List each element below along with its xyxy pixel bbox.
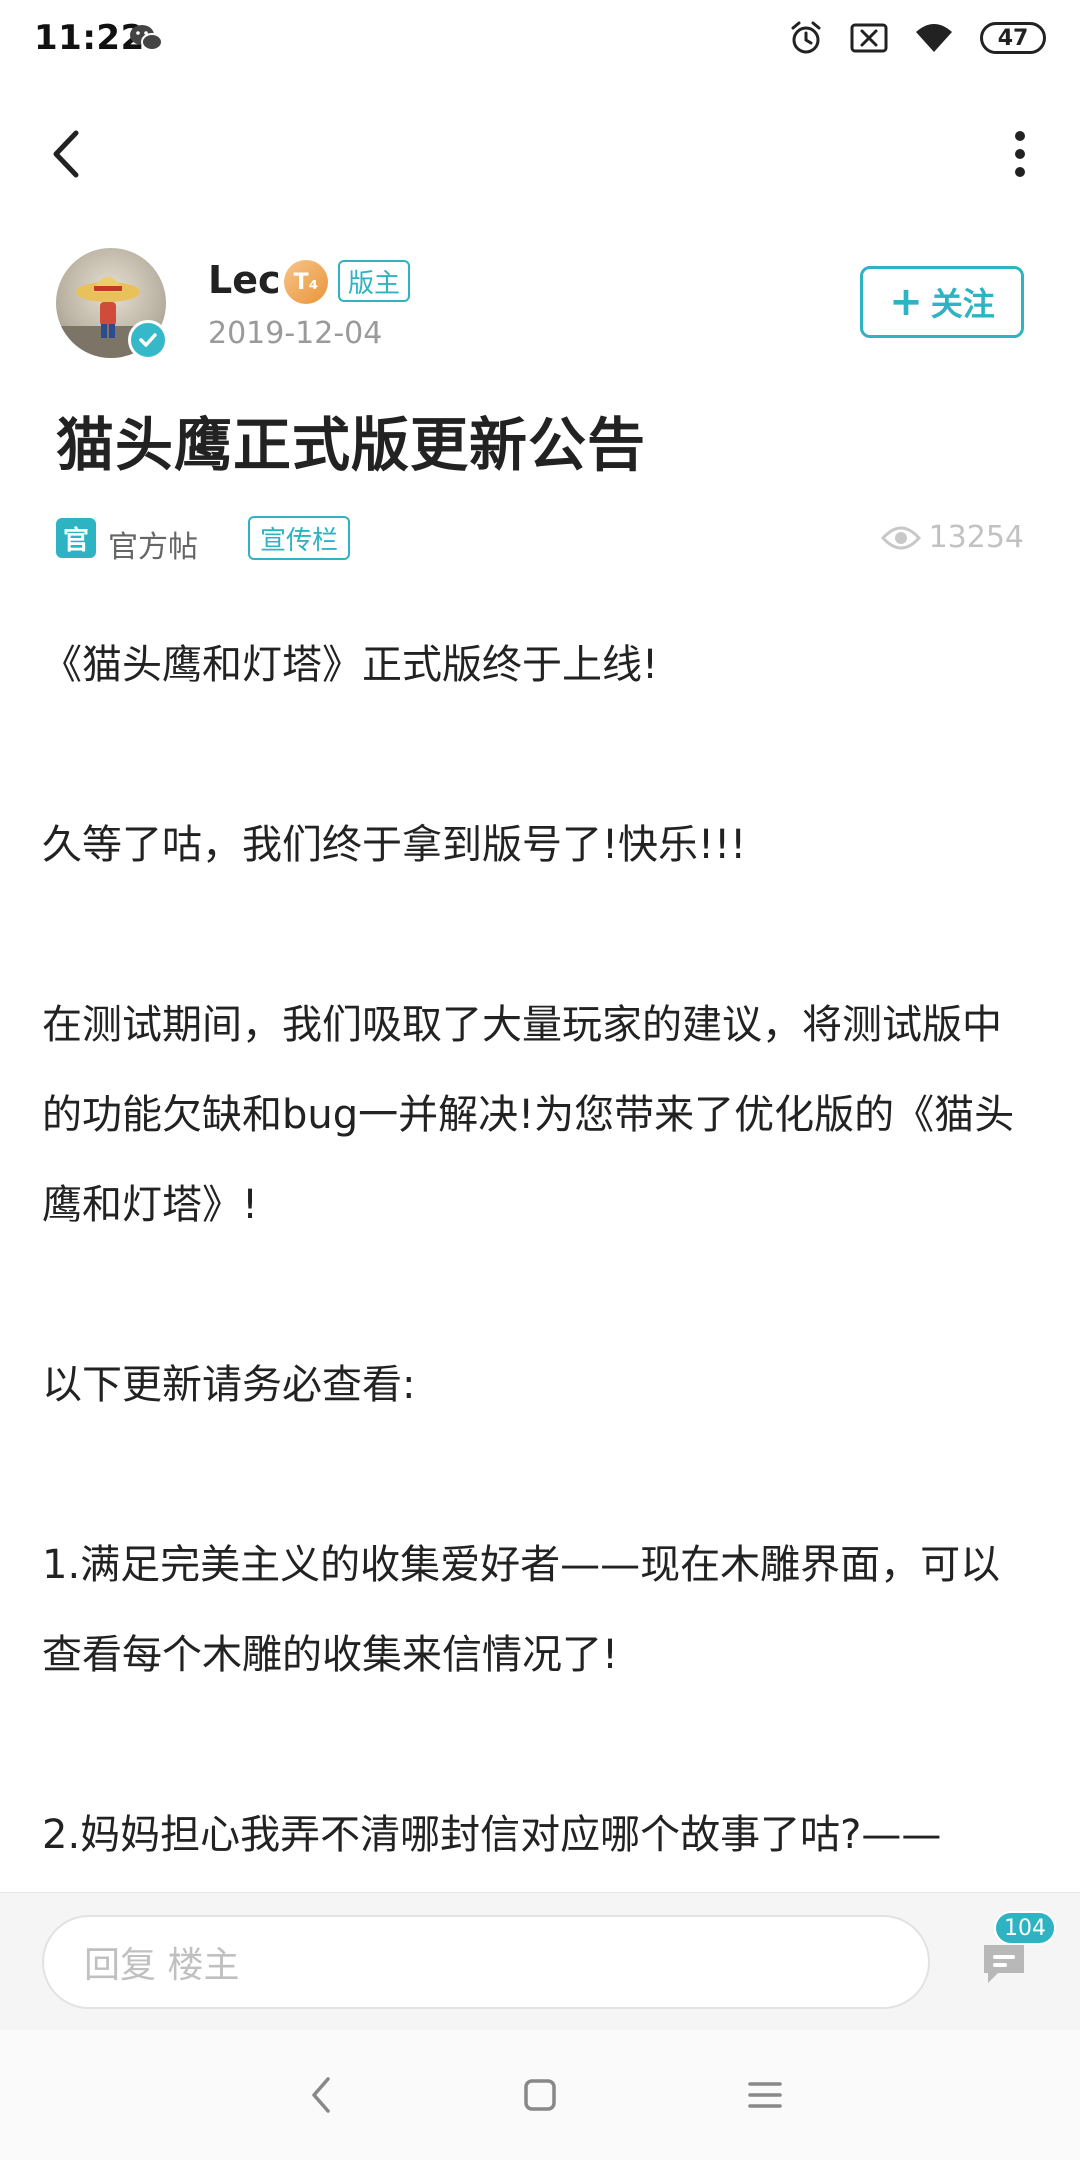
sim-off-icon: [850, 23, 888, 53]
battery-level: 47: [997, 25, 1029, 51]
battery-icon: 47: [980, 22, 1046, 54]
wechat-icon: [128, 20, 164, 56]
back-button[interactable]: [34, 122, 98, 186]
official-icon: 官: [56, 518, 96, 558]
reply-bar: 回复 楼主 104: [0, 1892, 1080, 2030]
post-meta: 官 官方帖 宣传栏 13254: [56, 516, 1024, 565]
body-paragraph: 在测试期间，我们吸取了大量玩家的建议，将测试版中的功能欠缺和bug一并解决!为您…: [42, 1002, 1015, 1228]
author-row: Lec T₄ 版主 2019-12-04 + 关注: [56, 248, 1024, 360]
comment-count-badge: 104: [994, 1911, 1056, 1945]
level-badge: T₄: [284, 260, 328, 304]
wifi-icon: [916, 24, 952, 52]
top-nav: [0, 108, 1080, 200]
body-paragraph: 久等了咕，我们终于拿到版号了!快乐!!!: [42, 822, 747, 868]
body-paragraph: 以下更新请务必查看:: [42, 1362, 416, 1408]
post-date: 2019-12-04: [208, 316, 383, 351]
chevron-left-icon: [53, 130, 79, 178]
eye-icon: [880, 526, 921, 549]
body-paragraph: 2.妈妈担心我弄不清哪封信对应哪个故事了咕?——: [42, 1812, 942, 1858]
view-count: 13254: [880, 520, 1024, 555]
post-title: 猫头鹰正式版更新公告: [56, 411, 647, 479]
follow-button[interactable]: + 关注: [860, 266, 1024, 338]
more-options-button[interactable]: [988, 122, 1052, 186]
system-menu-button[interactable]: [730, 2060, 800, 2130]
triangle-back-icon: [312, 2077, 330, 2113]
system-nav-bar: [0, 2030, 1080, 2160]
post-body: 《猫头鹰和灯塔》正式版终于上线! 久等了咕，我们终于拿到版号了!快乐!!! 在测…: [42, 620, 1038, 1890]
status-icons: 47: [788, 16, 1046, 60]
follow-label: 关注: [930, 285, 995, 323]
author-name[interactable]: Lec: [208, 258, 281, 302]
system-back-button[interactable]: [286, 2060, 356, 2130]
view-count-value: 13254: [928, 520, 1024, 555]
square-home-icon: [524, 2079, 556, 2111]
status-bar: 11:22 47: [0, 0, 1080, 76]
vertical-dots-icon: [1015, 131, 1025, 141]
reply-input[interactable]: 回复 楼主: [42, 1915, 930, 2009]
plus-icon: +: [889, 279, 923, 325]
alarm-icon: [791, 21, 821, 54]
post-detail-screen: 11:22 47 Lec T₄ 版主 2019-12-04 + 关注 猫头鹰正式…: [0, 0, 1080, 2160]
channel-tag[interactable]: 宣传栏: [248, 516, 351, 560]
official-label: 官方帖: [108, 530, 198, 565]
body-paragraph: 《猫头鹰和灯塔》正式版终于上线!: [42, 642, 659, 688]
hamburger-menu-icon: [748, 2082, 782, 2108]
system-home-button[interactable]: [505, 2060, 575, 2130]
body-paragraph: 1.满足完美主义的收集爱好者——现在木雕界面，可以查看每个木雕的收集来信情况了!: [42, 1542, 1001, 1678]
verified-icon: [128, 320, 168, 360]
moderator-tag: 版主: [338, 260, 411, 302]
